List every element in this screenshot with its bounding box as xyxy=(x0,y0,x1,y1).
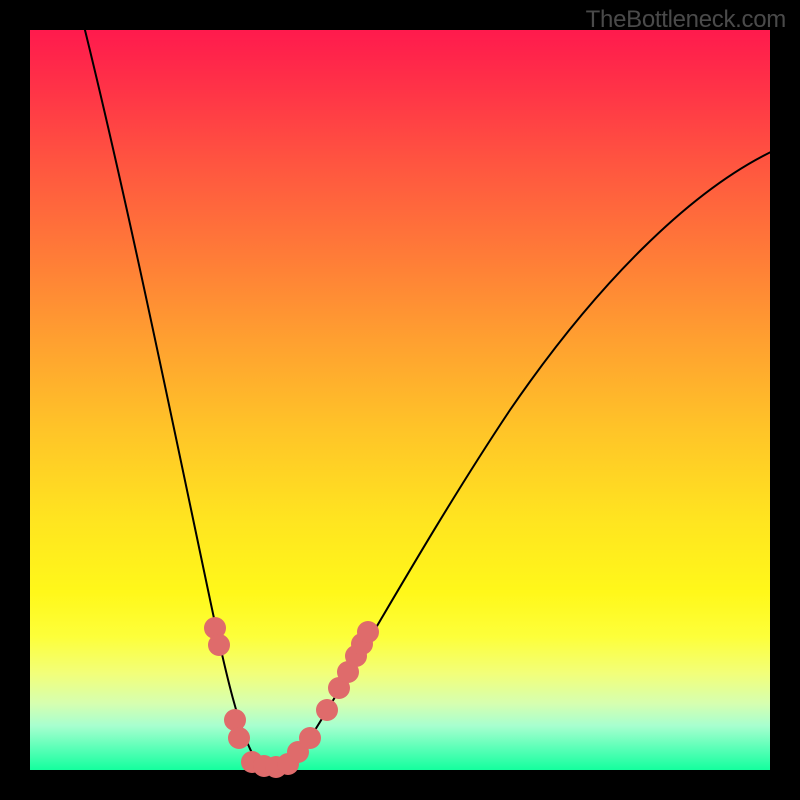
watermark-text: TheBottleneck.com xyxy=(586,6,786,34)
chart-frame: TheBottleneck.com xyxy=(0,0,800,800)
plot-gradient-area xyxy=(30,30,770,770)
marker-right-2 xyxy=(316,699,338,721)
marker-left-3 xyxy=(228,727,250,749)
marker-right-1 xyxy=(299,727,321,749)
marker-left-1 xyxy=(208,634,230,656)
chart-svg xyxy=(30,30,770,770)
left-descent-curve xyxy=(80,10,270,768)
marker-right-7 xyxy=(357,621,379,643)
